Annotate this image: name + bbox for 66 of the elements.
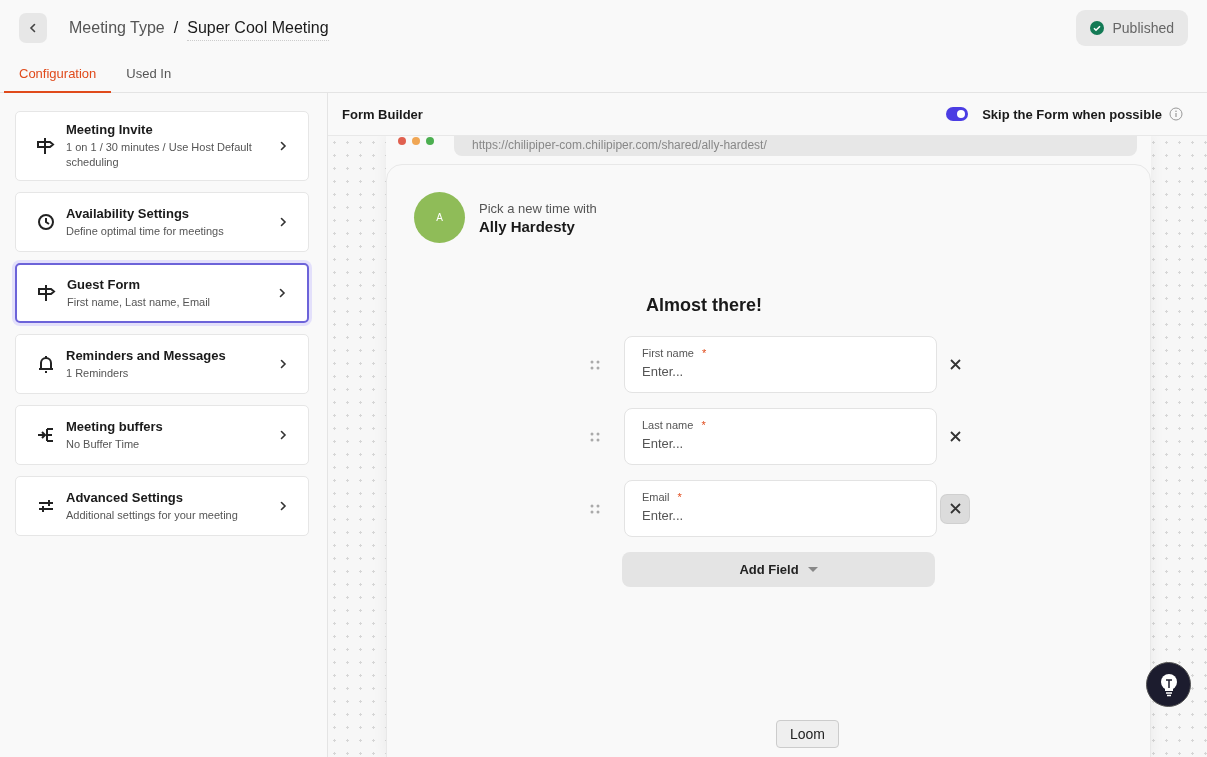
required-marker: * <box>677 491 682 503</box>
card-title: Guest Form <box>67 276 141 292</box>
close-icon <box>949 503 961 514</box>
required-marker: * <box>701 419 706 431</box>
card-title: Advanced Settings <box>66 489 185 505</box>
clock-icon <box>36 212 56 232</box>
window-controls-icon <box>398 137 436 145</box>
caret-icon <box>807 566 818 573</box>
input-field[interactable]: Enter... <box>642 364 842 379</box>
tab[interactable]: Used In <box>111 56 187 93</box>
settings-card[interactable]: Meeting Invite 1 on 1 / 30 minutes / Use Host Default scheduling <box>15 111 309 181</box>
url-bar: https://chilipiper-com.chilipiper.com/shared/ally-hardest/ <box>454 136 1137 156</box>
breadcrumb-link[interactable]: Meeting Type <box>69 19 165 37</box>
toggle-switch[interactable] <box>946 107 969 121</box>
check-circle-icon <box>1089 21 1104 35</box>
chevron-right-icon <box>278 430 288 440</box>
back-button[interactable] <box>19 13 47 43</box>
settings-card[interactable]: Guest Form First name, Last name, Email <box>15 263 309 323</box>
settings-card[interactable]: Availability Settings Define optimal time for meetings <box>15 192 309 252</box>
drag-handle-icon[interactable] <box>590 503 600 514</box>
drag-handle-icon[interactable] <box>590 359 600 370</box>
bell-icon <box>36 354 56 374</box>
close-icon <box>949 431 961 442</box>
host-name: Ally Hardesty <box>479 217 576 235</box>
card-subtitle: Additional settings for your meeting <box>66 507 239 523</box>
intro-text: Pick a new time with <box>479 200 597 216</box>
settings-card[interactable]: Meeting buffers No Buffer Time <box>15 405 309 465</box>
card-subtitle: First name, Last name, Email <box>67 294 212 310</box>
tab[interactable]: Configuration <box>4 56 112 93</box>
field-label: Email <box>642 491 670 503</box>
meeting-title[interactable]: Super Cool Meeting <box>187 19 329 41</box>
card-title: Reminders and Messages <box>66 347 227 363</box>
card-title: Meeting buffers <box>66 418 164 434</box>
settings-card[interactable]: Advanced Settings Additional settings for your meeting <box>15 476 309 536</box>
input-field[interactable]: Enter... <box>642 508 842 523</box>
card-subtitle: Define optimal time for meetings <box>66 223 225 239</box>
chevron-right-icon <box>277 288 287 298</box>
drag-handle-icon[interactable] <box>590 431 600 442</box>
signpost-icon <box>37 283 57 303</box>
chevron-right-icon <box>278 141 288 151</box>
panel-title: Form Builder <box>342 106 423 122</box>
toggle-label: Skip the Form when possible <box>982 106 1162 122</box>
avatar: A <box>414 192 465 243</box>
close-icon <box>949 359 961 370</box>
card-subtitle: 1 on 1 / 30 minutes / Use Host Default scheduling <box>66 140 253 170</box>
chevron-right-icon <box>278 217 288 227</box>
field-label: First name <box>642 347 694 359</box>
add-field-button[interactable]: Add Field <box>622 552 935 587</box>
breadcrumb-separator: / <box>173 19 179 37</box>
chevron-right-icon <box>278 359 288 369</box>
card-title: Meeting Invite <box>66 122 154 137</box>
settings-card[interactable]: Reminders and Messages 1 Reminders <box>15 334 309 394</box>
chevron-right-icon <box>278 501 288 511</box>
indent-icon <box>36 425 56 445</box>
field-label: Last name <box>642 419 694 431</box>
close-button[interactable] <box>941 494 969 523</box>
input-field[interactable]: Enter... <box>642 436 842 451</box>
lightbulb-button[interactable] <box>1146 662 1191 707</box>
card-subtitle: 1 Reminders <box>66 365 130 381</box>
card-subtitle: No Buffer Time <box>66 436 141 452</box>
required-marker: * <box>701 347 707 359</box>
signpost-icon <box>36 136 56 156</box>
card-title: Availability Settings <box>66 205 191 221</box>
status-button[interactable]: Published <box>1075 10 1188 46</box>
form-heading: Almost there! <box>646 295 763 316</box>
tooltip: Loom <box>776 720 840 748</box>
